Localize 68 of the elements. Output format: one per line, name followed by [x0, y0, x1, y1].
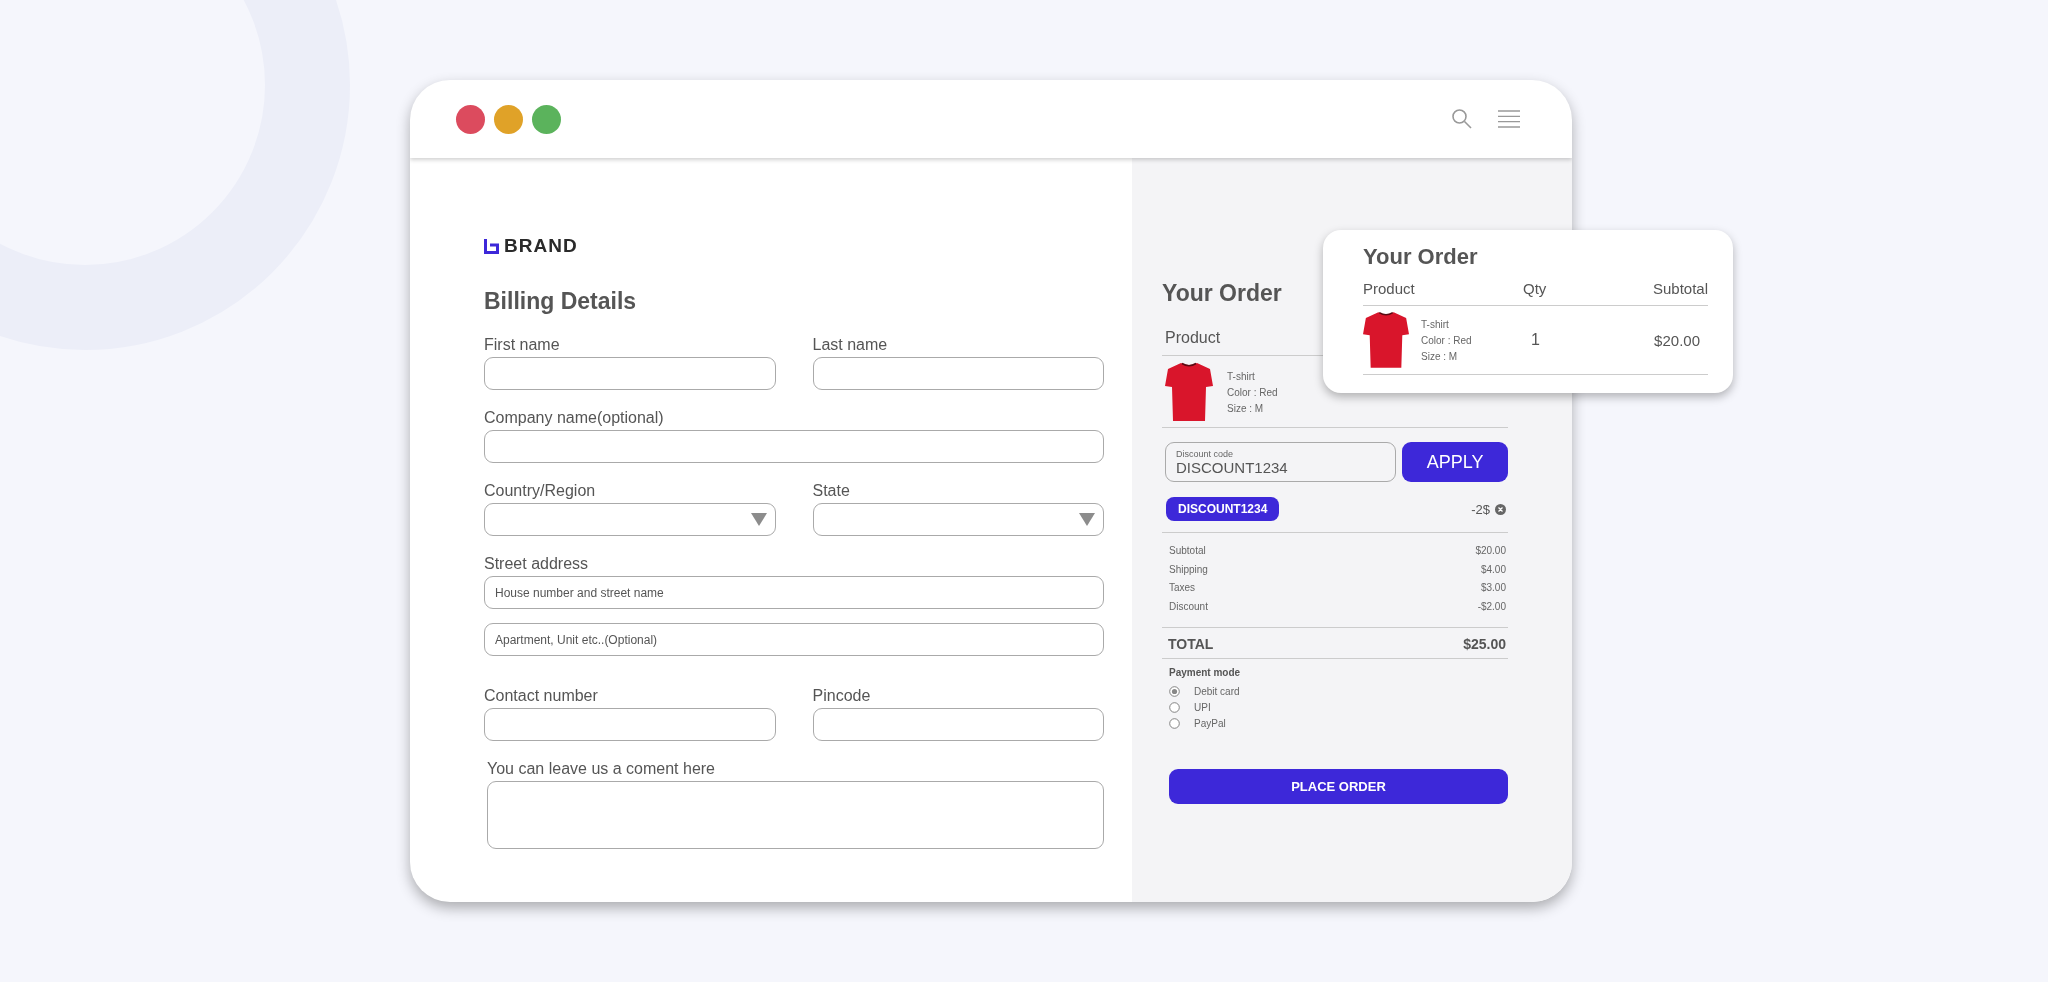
dropdown-field[interactable]: [812, 503, 1104, 536]
summary-label: Shipping: [1169, 563, 1208, 577]
caret-icon: [750, 513, 767, 526]
remove-icon[interactable]: [1495, 503, 1506, 515]
product-name: T-shirt: [1421, 318, 1450, 330]
place-order-button[interactable]: PLACE ORDER: [1169, 769, 1508, 804]
field-label: Country/Region: [484, 481, 597, 501]
input-field[interactable]: [484, 430, 1104, 463]
summary-value: -$2.00: [1477, 600, 1506, 614]
summary-label: Discount: [1169, 600, 1208, 614]
field-label: You can leave us a coment here: [487, 759, 716, 779]
product-detail: Color : Red: [1227, 386, 1278, 398]
billing-title: Billing Details: [484, 288, 638, 315]
quantity: 1: [1530, 331, 1541, 349]
summary-value: $20.00: [1475, 545, 1506, 558]
input-field[interactable]: House number and street name: [484, 576, 1104, 609]
field-label: Company name(optional): [484, 408, 665, 428]
menu-icon[interactable]: [1498, 109, 1520, 129]
field-label: Street address: [484, 554, 590, 574]
field-label: First name: [484, 335, 561, 355]
column-header: Subtotal: [1652, 280, 1708, 297]
product-detail: Color : Red: [1421, 334, 1472, 346]
field-label: Last name: [812, 335, 889, 355]
discount-code-field[interactable]: Discount code DISCOUNT1234: [1165, 442, 1397, 482]
payment-title: Payment mode: [1169, 667, 1242, 678]
comment-field[interactable]: [487, 781, 1104, 849]
product-detail: Size : M: [1421, 350, 1459, 362]
tshirt-image: [1165, 362, 1213, 422]
field-label: Pincode: [812, 686, 872, 706]
payment-option: Debit card: [1194, 685, 1240, 697]
payment-option: UPI: [1194, 701, 1211, 713]
apply-button[interactable]: APPLY: [1402, 442, 1508, 482]
subtotal: $20.00: [1654, 331, 1700, 349]
search-icon[interactable]: [1451, 108, 1473, 130]
product-detail: Size : M: [1227, 402, 1265, 414]
input-field[interactable]: Apartment, Unit etc..(Optional): [484, 623, 1104, 656]
brand-name: BRAND: [504, 235, 578, 257]
column-header: Product: [1165, 329, 1221, 346]
summary-value: $3.00: [1480, 582, 1506, 595]
input-field[interactable]: [484, 357, 776, 390]
column-header: Qty: [1523, 280, 1548, 297]
summary-label: Taxes: [1169, 582, 1196, 595]
discount-amount: -2$: [1471, 501, 1490, 517]
order-title: Your Order: [1162, 280, 1282, 307]
brand-logo-icon: [484, 238, 499, 254]
summary-value: $4.00: [1480, 563, 1506, 577]
input-field[interactable]: [812, 708, 1104, 741]
radio-button[interactable]: [1169, 701, 1180, 713]
caret-icon: [1079, 513, 1095, 526]
total-value: $25.00: [1463, 636, 1506, 652]
field-label: Contact number: [484, 686, 599, 706]
dropdown-field[interactable]: [484, 503, 776, 536]
total-label: TOTAL: [1168, 636, 1214, 652]
payment-option: PayPal: [1194, 717, 1226, 729]
product-name: T-shirt: [1227, 370, 1256, 382]
summary-label: Subtotal: [1169, 545, 1206, 558]
radio-button[interactable]: [1169, 685, 1180, 697]
field-label: State: [812, 481, 851, 501]
order-title: Your Order: [1363, 244, 1478, 270]
window-control[interactable]: [494, 104, 523, 134]
window-control[interactable]: [456, 104, 485, 134]
radio-button[interactable]: [1169, 717, 1180, 729]
column-header: Product: [1363, 280, 1416, 297]
input-field[interactable]: [484, 708, 776, 741]
input-field[interactable]: [812, 357, 1104, 390]
window-control[interactable]: [532, 104, 561, 134]
tshirt-image: [1363, 311, 1409, 369]
discount-code-tag: DISCOUNT1234: [1166, 497, 1280, 521]
